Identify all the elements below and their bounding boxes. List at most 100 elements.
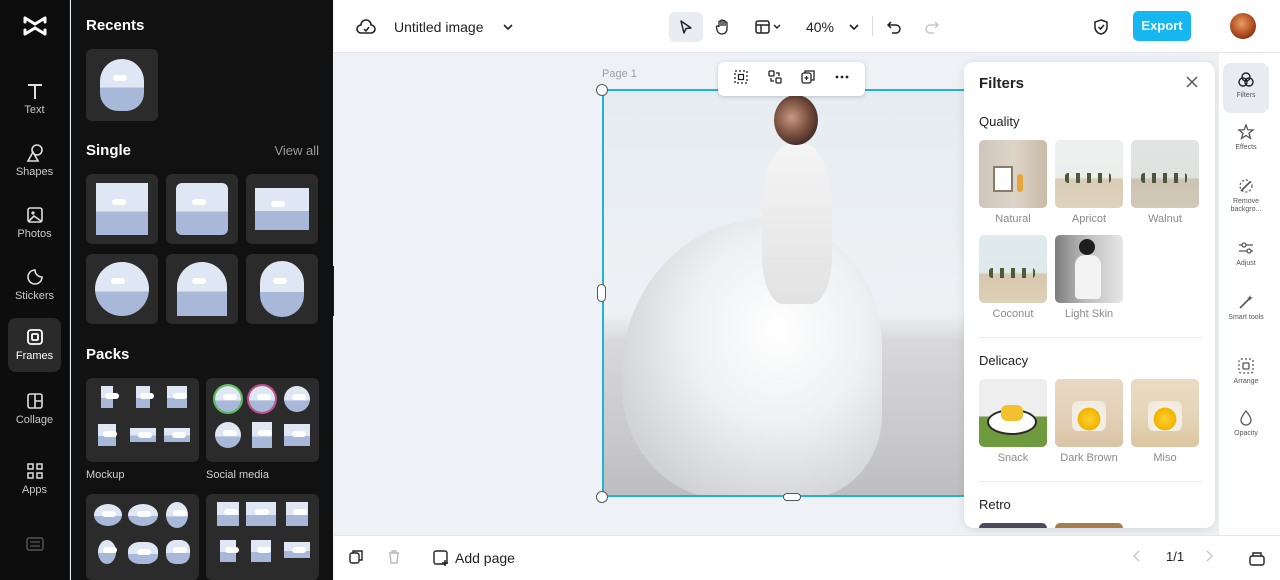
tool-opacity[interactable]: Opacity	[1223, 401, 1269, 451]
delete-page-button[interactable]	[386, 549, 402, 565]
pages-panel-button[interactable]	[1248, 549, 1266, 567]
export-button[interactable]: Export	[1133, 11, 1191, 41]
stickers-icon	[26, 269, 43, 285]
redo-icon	[925, 21, 940, 34]
duplicate-page-icon	[349, 550, 363, 564]
tool-label: Adjust	[1236, 260, 1256, 267]
hand-tool-button[interactable]	[708, 12, 738, 42]
filter-thumb-miso[interactable]	[1131, 379, 1199, 447]
cursor-icon	[680, 20, 692, 34]
keyboard-shortcuts-icon[interactable]	[26, 537, 44, 556]
rail-label: Shapes	[15, 166, 54, 178]
pack-collage-tile[interactable]	[206, 494, 319, 580]
pack-mockup-tile[interactable]	[86, 378, 199, 462]
toolbar-divider	[872, 16, 873, 36]
tool-remove-background[interactable]: Remove backgro...	[1223, 169, 1269, 219]
cloud-sync-icon[interactable]	[354, 12, 378, 42]
filter-label: Snack	[997, 452, 1029, 464]
frame-rounded-tile[interactable]	[166, 174, 238, 244]
filter-thumb-natural[interactable]	[979, 140, 1047, 208]
replace-icon[interactable]	[767, 69, 783, 90]
shapes-icon	[26, 144, 43, 162]
shield-icon	[1094, 19, 1108, 35]
resize-handle-bottom-left[interactable]	[596, 491, 608, 503]
pack-sticker-tile[interactable]	[86, 494, 199, 580]
pack-label: Mockup	[86, 469, 125, 481]
trash-icon	[389, 550, 399, 564]
tool-label: Remove backgro...	[1230, 198, 1262, 213]
select-tool-button[interactable]	[669, 12, 703, 42]
image-head	[774, 95, 818, 145]
zoom-dropdown-icon[interactable]	[844, 12, 864, 42]
page-indicator: 1/1	[1166, 549, 1185, 564]
layout-menu-button[interactable]	[748, 12, 788, 42]
pack-social-media-tile[interactable]	[206, 378, 319, 462]
filter-thumb-apricot[interactable]	[1055, 140, 1123, 208]
section-divider	[979, 337, 1201, 338]
rail-label: Apps	[21, 484, 48, 496]
tool-label: Filters	[1236, 92, 1256, 99]
frames-icon	[26, 329, 43, 345]
filters-panel: Filters Quality Natural Apricot Walnut C…	[964, 62, 1215, 528]
tool-effects[interactable]: Effects	[1223, 115, 1269, 165]
prev-page-button[interactable]	[1132, 549, 1142, 563]
rail-label: Text	[24, 104, 45, 116]
filter-label: Apricot	[1071, 213, 1107, 225]
rail-photos[interactable]: Photos	[8, 196, 61, 250]
rail-shapes[interactable]: Shapes	[8, 134, 61, 188]
recent-frame-tile[interactable]	[86, 49, 158, 121]
filter-section-heading: Retro	[979, 497, 1011, 512]
title-dropdown-icon[interactable]	[498, 12, 518, 42]
top-bar: Untitled image 40% Export	[334, 0, 1280, 53]
duplicate-page-button[interactable]	[348, 549, 364, 565]
zoom-level[interactable]: 40%	[800, 12, 840, 42]
duplicate-icon[interactable]	[800, 69, 816, 90]
capcut-logo-icon[interactable]	[22, 14, 48, 38]
pages-icon	[1249, 552, 1265, 566]
tool-smart-tools[interactable]: Smart tools	[1223, 285, 1269, 335]
section-divider	[979, 481, 1201, 482]
view-all-link[interactable]: View all	[274, 143, 319, 158]
more-icon[interactable]	[834, 69, 850, 90]
filter-thumb-snack[interactable]	[979, 379, 1047, 447]
undo-button[interactable]	[882, 12, 906, 42]
packs-heading: Packs	[86, 346, 130, 363]
frame-circle-tile[interactable]	[86, 254, 158, 324]
add-page-icon	[433, 550, 448, 566]
filter-thumb-coconut[interactable]	[979, 235, 1047, 303]
filter-thumb-retro-1[interactable]	[979, 523, 1047, 528]
collage-icon	[26, 393, 43, 409]
rail-apps[interactable]: Apps	[8, 452, 61, 506]
tool-filters[interactable]: Filters	[1223, 63, 1269, 113]
zoom-value: 40%	[805, 19, 835, 35]
rail-collage[interactable]: Collage	[8, 382, 61, 436]
add-page-button[interactable]: Add page	[432, 549, 515, 567]
frame-arch-tile[interactable]	[166, 254, 238, 324]
filter-thumb-light-skin[interactable]	[1055, 235, 1123, 303]
hand-icon	[715, 19, 728, 35]
tool-arrange[interactable]: Arrange	[1223, 349, 1269, 399]
filter-thumb-retro-2[interactable]	[1055, 523, 1123, 528]
rail-label: Photos	[17, 228, 52, 240]
frame-pill-tile[interactable]	[246, 254, 318, 324]
smart-tools-icon	[1239, 295, 1253, 309]
tool-adjust[interactable]: Adjust	[1223, 231, 1269, 281]
redo-button[interactable]	[920, 12, 944, 42]
next-page-button[interactable]	[1204, 549, 1214, 563]
avatar[interactable]	[1230, 13, 1256, 39]
resize-handle-left[interactable]	[597, 284, 606, 302]
frame-landscape-tile[interactable]	[246, 174, 318, 244]
filter-thumb-dark-brown[interactable]	[1055, 379, 1123, 447]
resize-handle-top-left[interactable]	[596, 84, 608, 96]
frame-square-tile[interactable]	[86, 174, 158, 244]
rail-text[interactable]: Text	[8, 72, 61, 126]
resize-handle-bottom[interactable]	[783, 493, 801, 501]
canvas-image[interactable]	[602, 89, 964, 497]
rail-stickers[interactable]: Stickers	[8, 258, 61, 312]
rail-frames[interactable]: Frames	[8, 318, 61, 372]
close-icon[interactable]	[1185, 75, 1199, 94]
shield-button[interactable]	[1089, 12, 1113, 42]
crop-icon[interactable]	[733, 69, 749, 90]
filter-thumb-walnut[interactable]	[1131, 140, 1199, 208]
tool-label: Arrange	[1233, 378, 1259, 385]
